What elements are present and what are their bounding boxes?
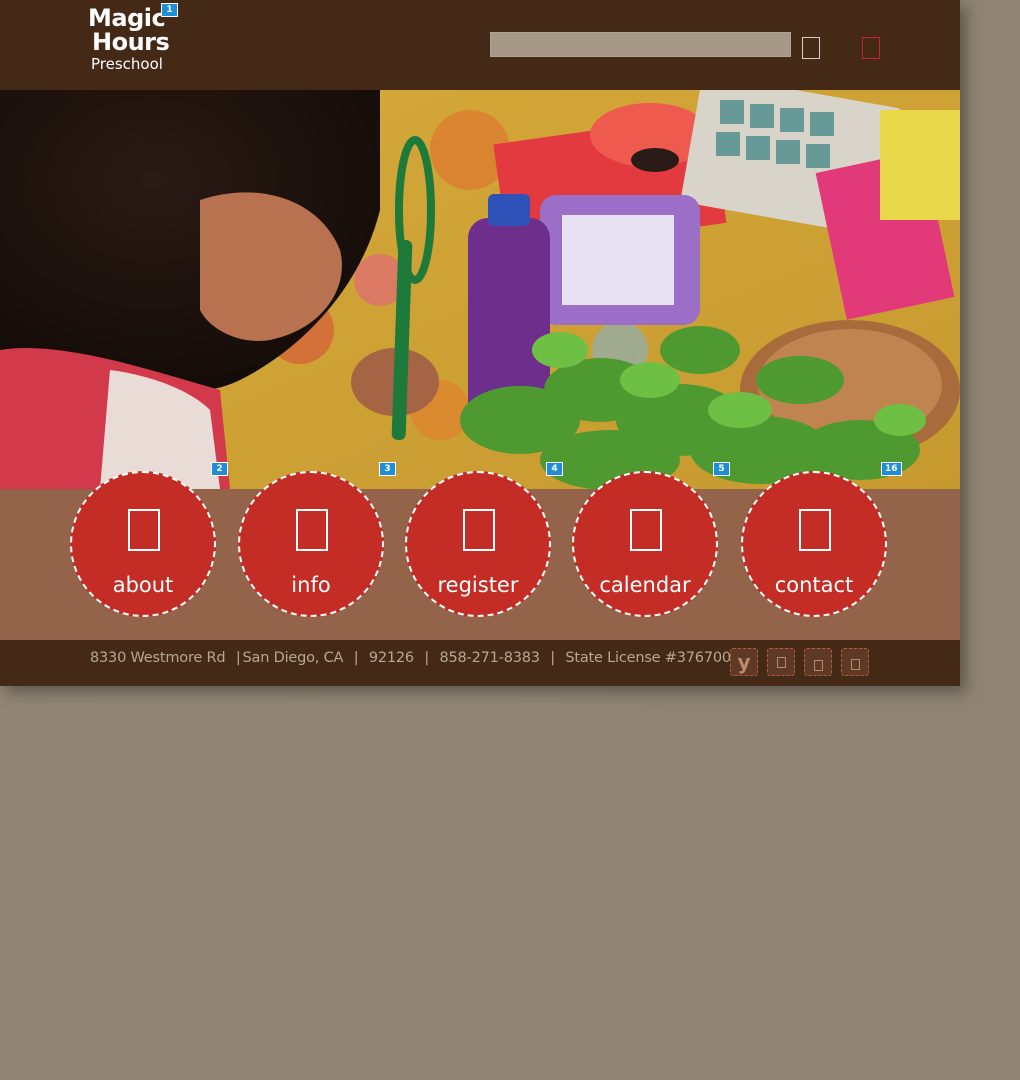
social-button-3[interactable] [804, 648, 832, 676]
footer-zip: 92126 [368, 650, 414, 666]
footer-address: 8330 Westmore Rd | San Diego, CA | 92126 … [90, 650, 758, 666]
nav-info-label: info [291, 573, 331, 597]
info-badge: 3 [379, 462, 396, 476]
hero-photo [0, 90, 960, 489]
nav-band: about info register calendar contact [0, 471, 960, 640]
register-icon [463, 509, 495, 551]
footer-phone[interactable]: 858-271-8383 [439, 650, 540, 666]
footer-separator: | [235, 650, 241, 666]
footer-separator: | [550, 650, 555, 666]
social-3-icon [814, 660, 823, 671]
site-container: Magic Hours Preschool 1 about info regis… [0, 0, 960, 686]
contact-badge: 16 [881, 462, 902, 476]
about-badge: 2 [211, 462, 228, 476]
footer: 8330 Westmore Rd | San Diego, CA | 92126 … [0, 640, 960, 686]
nav-register-button[interactable]: register [405, 471, 551, 617]
nav-register-label: register [437, 573, 519, 597]
yelp-icon: y [737, 650, 751, 674]
info-icon [296, 509, 328, 551]
search-input[interactable] [490, 32, 791, 57]
logo-line-3: Preschool [91, 55, 163, 73]
about-icon [128, 509, 160, 551]
nav-contact-button[interactable]: contact [741, 471, 887, 617]
calendar-icon [630, 509, 662, 551]
social-button-2[interactable] [767, 648, 795, 676]
nav-calendar-label: calendar [599, 573, 691, 597]
social-4-icon [851, 659, 860, 670]
register-badge: 4 [546, 462, 563, 476]
nav-about-button[interactable]: about [70, 471, 216, 617]
nav-info-button[interactable]: info [238, 471, 384, 617]
search-icon[interactable] [802, 37, 820, 59]
social-button-4[interactable] [841, 648, 869, 676]
social-2-icon [777, 657, 786, 668]
logo-line-2: Hours [92, 28, 170, 56]
footer-street: 8330 Westmore Rd [90, 650, 226, 666]
nav-about-label: about [112, 573, 174, 597]
footer-separator: | [353, 650, 359, 666]
header: Magic Hours Preschool 1 [0, 0, 960, 90]
calendar-badge: 5 [713, 462, 730, 476]
menu-icon[interactable] [862, 37, 880, 59]
logo-badge: 1 [161, 3, 178, 17]
yelp-button[interactable]: y [730, 648, 758, 676]
nav-calendar-button[interactable]: calendar [572, 471, 718, 617]
nav-contact-label: contact [774, 573, 854, 597]
contact-icon [799, 509, 831, 551]
footer-city: San Diego, CA [242, 650, 344, 666]
hero-illustration [0, 90, 960, 489]
footer-separator: | [424, 650, 430, 666]
